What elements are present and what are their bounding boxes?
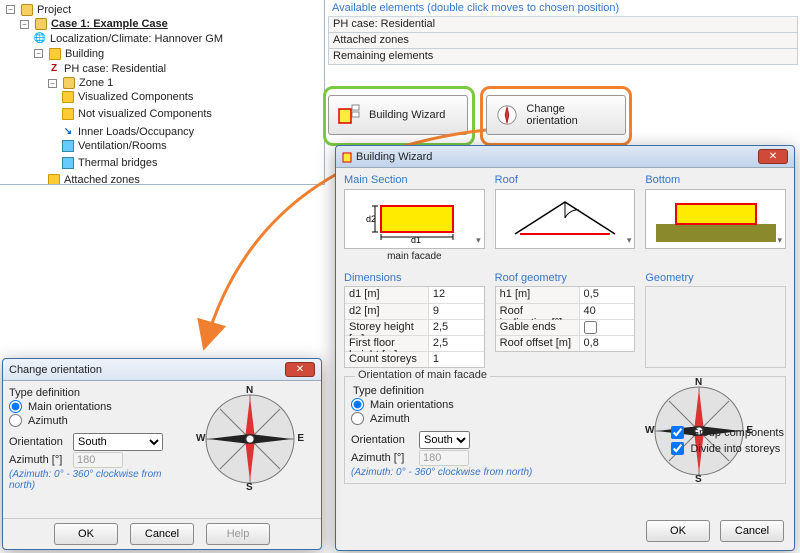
- bw-type-def-label: Type definition: [353, 385, 639, 397]
- roof-title: Roof: [495, 174, 636, 186]
- main-section-title: Main Section: [344, 174, 485, 186]
- change-orientation-window: Change orientation ✕ Type definition Mai…: [2, 358, 322, 550]
- building-wizard-window: Building Wizard ✕ Main Section d2 d1 ▾ m…: [335, 145, 795, 551]
- bridge-icon: [62, 157, 74, 169]
- house-icon: [48, 174, 60, 185]
- roof-figure[interactable]: ▾: [495, 189, 636, 249]
- compass-icon: N E S W: [200, 389, 300, 489]
- storey-height-field[interactable]: 2,5: [429, 320, 484, 335]
- bottom-figure[interactable]: ▾: [645, 189, 786, 249]
- tree-innerloads[interactable]: Inner Loads/Occupancy: [78, 125, 194, 139]
- svg-text:d1: d1: [411, 235, 421, 244]
- chevron-down-icon[interactable]: ▾: [627, 235, 632, 246]
- house-icon: [49, 48, 61, 60]
- bw-azimuth-hint: (Azimuth: 0° - 360° clockwise from north…: [351, 467, 639, 478]
- bw-titlebar[interactable]: Building Wizard ✕: [336, 146, 794, 168]
- co-ok-button[interactable]: OK: [54, 523, 118, 545]
- project-tree[interactable]: −Project −Case 1: Example Case Localizat…: [2, 2, 324, 185]
- tree-notviscomp[interactable]: Not visualized Components: [78, 107, 212, 121]
- close-icon[interactable]: ✕: [285, 362, 315, 377]
- tree-expander[interactable]: −: [48, 79, 57, 88]
- roof-col: Roof ▾: [495, 174, 636, 262]
- component-icon: [62, 108, 74, 120]
- project-tree-panel: −Project −Case 1: Example Case Localizat…: [0, 0, 325, 185]
- gable-ends-field[interactable]: [580, 320, 635, 335]
- group-components-checkbox[interactable]: [671, 426, 684, 439]
- chevron-down-icon[interactable]: ▾: [476, 235, 481, 246]
- tree-case-label[interactable]: Case 1: Example Case: [51, 17, 168, 31]
- co-cancel-button[interactable]: Cancel: [130, 523, 194, 545]
- tree-attached[interactable]: Attached zones: [64, 173, 140, 185]
- co-orientation-select[interactable]: South: [73, 433, 163, 451]
- co-radio-azimuth[interactable]: [9, 414, 22, 427]
- tree-ventilation[interactable]: Ventilation/Rooms: [78, 139, 167, 153]
- folder-icon: [35, 18, 47, 30]
- highlight-wizard: [323, 86, 475, 146]
- folder-icon: [63, 77, 75, 89]
- highlight-change-orientation: [480, 86, 632, 146]
- ventilation-icon: [62, 140, 74, 152]
- bw-orient-header: Orientation of main facade: [355, 369, 490, 381]
- co-titlebar[interactable]: Change orientation ✕: [3, 359, 321, 381]
- tree-phcase[interactable]: PH case: Residential: [64, 62, 166, 76]
- count-storeys-field[interactable]: 1: [429, 352, 484, 367]
- geometry-panel: [645, 286, 786, 368]
- bw-title: Building Wizard: [356, 151, 432, 163]
- bottom-title: Bottom: [645, 174, 786, 186]
- dimensions-grid: d1 [m]12 d2 [m]9 Storey height [m]2,5 Fi…: [344, 286, 485, 368]
- main-facade-caption: main facade: [344, 251, 485, 262]
- tree-thermal[interactable]: Thermal bridges: [78, 156, 157, 170]
- geometry-label: Geometry: [645, 272, 786, 284]
- bw-cancel-button[interactable]: Cancel: [720, 520, 784, 542]
- bw-radio-main-orientations[interactable]: [351, 398, 364, 411]
- tree-climate[interactable]: Localization/Climate: Hannover GM: [50, 32, 223, 46]
- co-title: Change orientation: [9, 364, 102, 376]
- co-radio-main-orientations[interactable]: [9, 400, 22, 413]
- available-header: Available elements (double click moves t…: [328, 0, 798, 17]
- bw-orientation-select[interactable]: South: [419, 431, 470, 449]
- loads-icon: ↘: [62, 126, 74, 138]
- co-azimuth-input[interactable]: [73, 452, 123, 468]
- main-section-figure[interactable]: d2 d1 ▾: [344, 189, 485, 249]
- co-type-def-label: Type definition: [9, 387, 177, 399]
- chevron-down-icon[interactable]: ▾: [777, 235, 782, 246]
- avail-row[interactable]: PH case: Residential: [328, 17, 798, 33]
- bw-options: Group components Divide into storeys: [671, 423, 784, 458]
- bw-radio-azimuth[interactable]: [351, 412, 364, 425]
- bw-ok-button[interactable]: OK: [646, 520, 710, 542]
- tree-expander[interactable]: −: [34, 49, 43, 58]
- main-section-col: Main Section d2 d1 ▾ main facade: [344, 174, 485, 262]
- tree-viscomp[interactable]: Visualized Components: [78, 90, 193, 104]
- tree-zone[interactable]: Zone 1: [79, 76, 113, 90]
- roof-inclination-field[interactable]: 40: [580, 304, 635, 319]
- wizard-icon: [342, 150, 356, 164]
- tree-building[interactable]: Building: [65, 47, 104, 61]
- component-icon: [62, 91, 74, 103]
- gable-ends-checkbox[interactable]: [584, 321, 597, 334]
- dimensions-label: Dimensions: [344, 272, 485, 284]
- tree-root-label: Project: [37, 3, 71, 17]
- co-azimuth-hint: (Azimuth: 0° - 360° clockwise from north…: [9, 469, 177, 491]
- d2-field[interactable]: 9: [429, 304, 484, 319]
- h1-field[interactable]: 0,5: [580, 287, 635, 303]
- globe-icon: [34, 33, 46, 45]
- folder-icon: [21, 4, 33, 16]
- bw-azimuth-input[interactable]: [419, 450, 469, 466]
- link-icon: Z: [48, 63, 60, 75]
- tree-expander[interactable]: −: [20, 20, 29, 29]
- co-help-button[interactable]: Help: [206, 523, 270, 545]
- d1-field[interactable]: 12: [429, 287, 484, 303]
- avail-row[interactable]: Attached zones: [328, 33, 798, 49]
- close-icon[interactable]: ✕: [758, 149, 788, 164]
- roof-geom-grid: h1 [m]0,5 Roof inclination [°]40 Gable e…: [495, 286, 636, 352]
- bottom-col: Bottom ▾: [645, 174, 786, 262]
- divide-storeys-checkbox[interactable]: [671, 442, 684, 455]
- available-elements-panel: Available elements (double click moves t…: [328, 0, 798, 65]
- tree-expander[interactable]: −: [6, 5, 15, 14]
- roof-geom-label: Roof geometry: [495, 272, 636, 284]
- first-floor-height-field[interactable]: 2,5: [429, 336, 484, 351]
- roof-offset-field[interactable]: 0,8: [580, 336, 635, 351]
- avail-row[interactable]: Remaining elements: [328, 49, 798, 65]
